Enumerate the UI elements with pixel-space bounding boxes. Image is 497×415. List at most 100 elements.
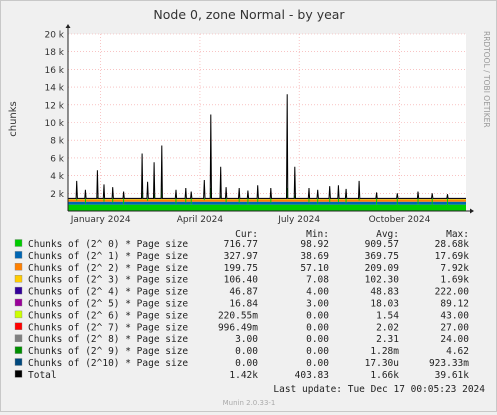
legend-min: 3.00 (306, 299, 329, 310)
y-axis-label: chunks (8, 101, 19, 137)
legend-min: 4.00 (306, 287, 329, 298)
legend-cur: 46.87 (229, 287, 258, 298)
legend-row: Chunks of (2^ 2) * Page size 199.75 57.10 2… (14, 263, 469, 274)
legend-swatch (14, 298, 23, 307)
legend-max: 923.33m (429, 358, 469, 369)
legend-min: 0.00 (306, 334, 329, 345)
legend-swatch (14, 263, 23, 271)
area-band (68, 204, 466, 211)
legend-cur: 327.97 (224, 251, 258, 262)
legend-avg: 18.03 (370, 299, 399, 310)
x-tick-label: October 2024 (369, 215, 431, 225)
x-axis-arrow (470, 208, 474, 214)
legend-min: 0.00 (306, 358, 329, 369)
x-tick-label: January 2024 (70, 215, 131, 225)
legend-row: Chunks of (2^ 1) * Page size 327.97 38.69 3… (14, 251, 470, 262)
legend-avg: 102.30 (365, 275, 400, 286)
legend-cur: 0.00 (235, 358, 258, 369)
legend-cur: 199.75 (224, 263, 258, 274)
x-tick-label: April 2024 (177, 215, 224, 225)
legend-swatch (14, 346, 23, 354)
legend-name: Chunks of (2^10) * Page size (28, 358, 188, 369)
legend-avg: 2.31 (376, 334, 399, 345)
legend-cur: 3.00 (235, 334, 258, 345)
y-tick-label: 14 k (44, 84, 64, 94)
area-band (68, 199, 466, 200)
legend-swatch (14, 286, 23, 295)
legend-max: 4.62 (446, 346, 469, 357)
legend: Chunks of (2^ 0) * Page size 716.77 98.92 9… (14, 239, 470, 381)
legend-name: Chunks of (2^ 7) * Page size (28, 322, 188, 333)
y-tick-label: 4 k (50, 172, 65, 182)
legend-cur: 106.40 (224, 275, 259, 286)
legend-max: 43.00 (440, 310, 469, 321)
legend-row: Total 1.42k 403.83 1.66k 39.61k (14, 370, 470, 381)
legend-cur: 716.77 (224, 239, 258, 250)
legend-name: Chunks of (2^ 5) * Page size (28, 299, 188, 310)
legend-row: Chunks of (2^10) * Page size 0.00 0.00 17.3… (14, 358, 469, 369)
legend-name: Total (28, 370, 57, 381)
area-band (68, 199, 466, 202)
legend-min: 0.00 (306, 310, 329, 321)
legend-max: 1.69k (440, 275, 469, 286)
legend-name: Chunks of (2^ 3) * Page size (28, 275, 188, 286)
legend-row: Chunks of (2^ 7) * Page size 996.49m 0.00 2… (14, 322, 469, 333)
legend-avg: 1.28m (370, 346, 399, 357)
legend-swatch (14, 239, 23, 247)
legend-row: Chunks of (2^ 8) * Page size 3.00 0.00 2.31… (14, 334, 469, 345)
legend-max: 27.00 (440, 322, 469, 333)
legend-row: Chunks of (2^ 4) * Page size 46.87 4.00 48.… (14, 286, 470, 298)
x-tick-label: July 2024 (277, 215, 320, 225)
legend-max: 222.00 (435, 287, 470, 298)
y-tick-label: 18 k (44, 48, 64, 58)
legend-row: Chunks of (2^ 6) * Page size 220.55m 0.00 1… (14, 310, 469, 321)
legend-avg: 48.83 (370, 287, 399, 298)
legend-min: 57.10 (300, 263, 329, 274)
munin-graph: Node 0, zone Normal - by year RRDTOOL / … (8, 7, 491, 407)
legend-name: Chunks of (2^ 2) * Page size (28, 263, 188, 274)
legend-name: Chunks of (2^ 0) * Page size (28, 239, 188, 250)
legend-cur: 1.42k (229, 370, 258, 381)
legend-swatch (14, 251, 23, 259)
y-tick-label: 6 k (50, 154, 65, 164)
legend-name: Chunks of (2^ 6) * Page size (28, 310, 188, 321)
legend-avg: 1.54 (376, 310, 399, 321)
legend-name: Chunks of (2^ 4) * Page size (28, 287, 188, 298)
legend-avg: 2.02 (376, 322, 399, 333)
legend-cur: 996.49m (218, 322, 258, 333)
y-tick-label: 20 k (44, 31, 64, 41)
legend-min: 403.83 (295, 370, 329, 381)
legend-min: 0.00 (306, 346, 329, 357)
legend-min: 0.00 (306, 322, 329, 333)
legend-row: Chunks of (2^ 5) * Page size 16.84 3.00 18.… (14, 298, 469, 310)
legend-row: Chunks of (2^ 3) * Page size 106.40 7.08 10… (14, 275, 469, 286)
x-axis: January 2024 April 2024 July 2024 October 2… (70, 215, 431, 225)
legend-avg: 369.75 (365, 251, 399, 262)
legend-name: Chunks of (2^ 1) * Page size (28, 251, 188, 262)
side-label: RRDTOOL / TOBI OETIKER (482, 31, 491, 128)
legend-swatch (14, 370, 23, 378)
legend-avg: 909.57 (365, 239, 399, 250)
y-tick-label: 12 k (44, 101, 64, 111)
footer: Munin 2.0.33-1 (223, 399, 276, 407)
legend-min: 38.69 (300, 251, 329, 262)
graph-frame: Node 0, zone Normal - by year RRDTOOL / … (0, 0, 497, 412)
y-tick-label: 8 k (50, 137, 65, 147)
legend-swatch (14, 275, 23, 283)
legend-max: 24.00 (440, 334, 469, 345)
y-axis-arrow (65, 24, 71, 28)
legend-max: 7.92k (440, 263, 469, 274)
legend-row: Chunks of (2^ 0) * Page size 716.77 98.92 9… (14, 239, 469, 250)
legend-max: 17.69k (435, 251, 470, 262)
legend-cur: 16.84 (229, 299, 258, 310)
legend-swatch (14, 358, 23, 366)
area-band (68, 201, 466, 205)
chart-title: Node 0, zone Normal - by year (153, 7, 345, 22)
legend-name: Chunks of (2^ 9) * Page size (28, 346, 188, 357)
legend-cur: 220.55m (218, 310, 258, 321)
legend-name: Chunks of (2^ 8) * Page size (28, 334, 188, 345)
legend-cur: 0.00 (235, 346, 258, 357)
legend-max: 39.61k (435, 370, 470, 381)
legend-swatch (14, 310, 23, 319)
legend-swatch (14, 322, 23, 330)
